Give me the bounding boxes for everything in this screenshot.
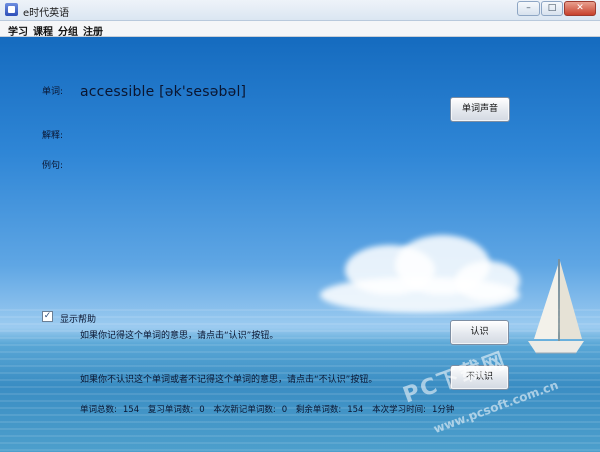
stats-bar: 单词总数: 154 复习单词数: 0 本次新记单词数: 0 剩余单词数: 154 本次学… [80, 403, 460, 415]
menu-bar: 学习 课程 分组 注册 [0, 21, 600, 38]
dont-know-hint-text: 如果你不认识这个单词或者不记得这个单词的意思，请点击“不认识”按钮。 [80, 375, 378, 385]
menu-item-course[interactable]: 课程 [33, 23, 53, 38]
review-words-value: 0 [199, 405, 205, 415]
menu-item-study[interactable]: 学习 [8, 23, 28, 38]
remaining-words-value: 154 [347, 405, 364, 415]
example-label: 例句: [42, 161, 64, 171]
minimize-button[interactable]: – [517, 1, 540, 16]
study-time-value: 1分钟 [432, 405, 455, 415]
show-help-label: 显示帮助 [60, 315, 97, 325]
menu-item-register[interactable]: 注册 [83, 23, 103, 38]
new-words-label: 本次新记单词数: [213, 405, 276, 415]
window-title: e时代英语 [23, 8, 70, 19]
cloud-shape [455, 261, 520, 301]
menu-item-group[interactable]: 分组 [58, 23, 78, 38]
know-button[interactable]: 认识 [450, 320, 509, 345]
know-hint-text: 如果你记得这个单词的意思，请点击“认识”按钮。 [80, 331, 279, 341]
total-words-label: 单词总数: [80, 405, 117, 415]
word-sound-button[interactable]: 单词声音 [450, 97, 510, 122]
sailboat-icon [528, 259, 584, 354]
word-label: 单词: [42, 87, 64, 97]
current-word: accessible [ək'sesəbəl] [80, 84, 247, 100]
show-help-checkbox[interactable]: ✓ [42, 311, 53, 322]
check-icon: ✓ [43, 311, 52, 321]
app-icon [5, 3, 18, 16]
study-time-label: 本次学习时间: [372, 405, 426, 415]
close-button[interactable]: ✕ [564, 1, 596, 16]
total-words-value: 154 [122, 405, 140, 415]
maximize-button[interactable]: □ [541, 1, 563, 16]
title-bar: e时代英语 – □ ✕ [0, 0, 600, 21]
review-words-label: 复习单词数: [147, 405, 194, 415]
remaining-words-label: 剩余单词数: [295, 405, 342, 415]
explanation-label: 解释: [42, 131, 64, 141]
new-words-value: 0 [281, 405, 288, 415]
